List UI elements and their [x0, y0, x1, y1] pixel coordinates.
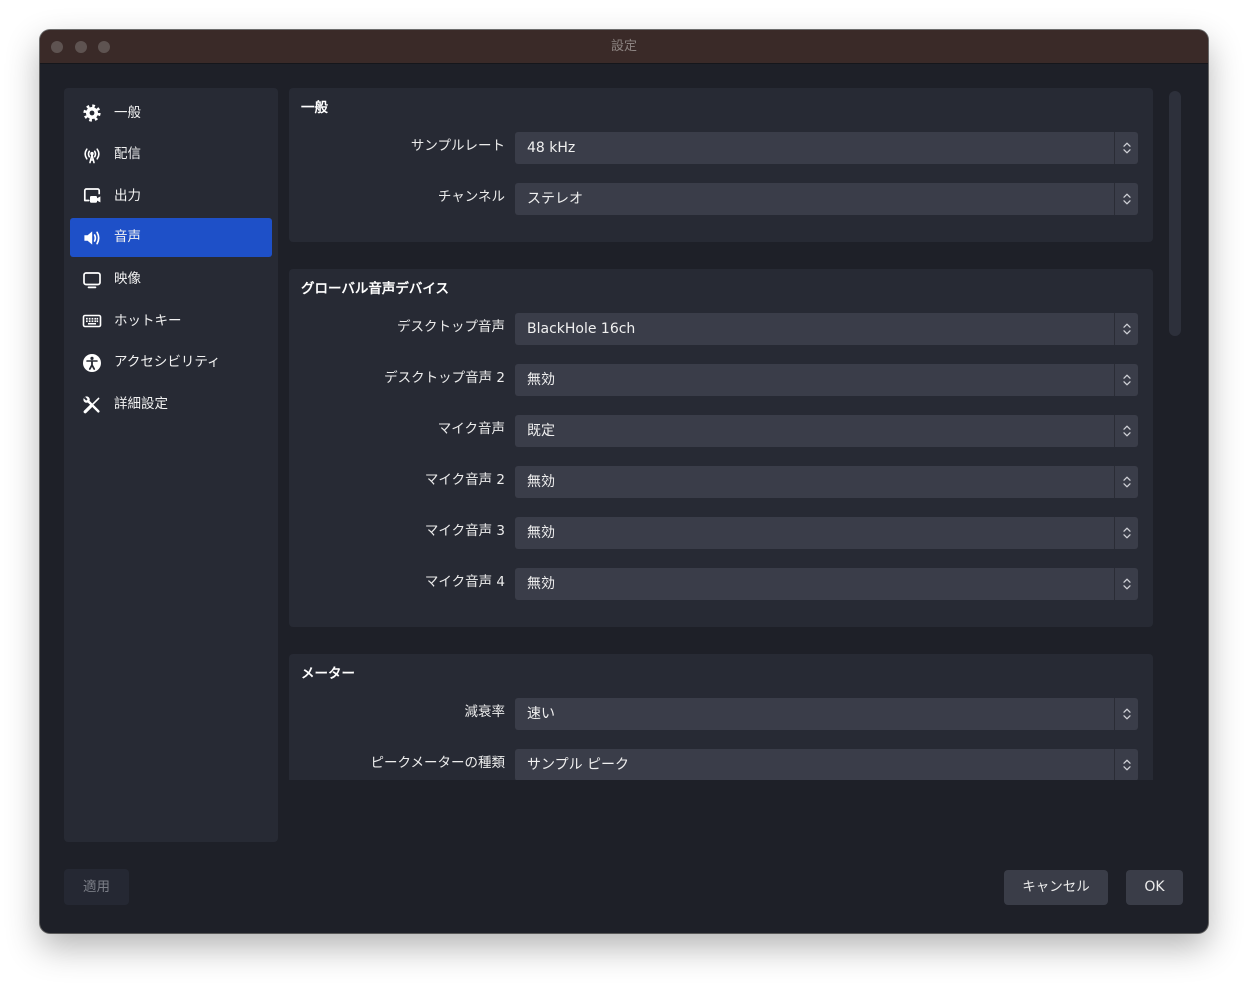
monitor-icon: [82, 270, 102, 290]
channels-select[interactable]: ステレオ: [515, 183, 1138, 215]
sidebar-item-label: 一般: [114, 104, 141, 121]
cancel-button[interactable]: キャンセル: [1004, 870, 1108, 905]
mic-audio-2-label: マイク音声 2: [424, 472, 505, 488]
decay-rate-select[interactable]: 速い: [515, 698, 1138, 730]
section-title: メーター: [301, 666, 355, 682]
apply-button[interactable]: 適用: [64, 869, 129, 905]
decay-rate-value: 速い: [527, 706, 555, 722]
channels-value: ステレオ: [527, 191, 583, 207]
sidebar-item-label: 詳細設定: [114, 396, 168, 413]
desktop-audio-select[interactable]: BlackHole 16ch: [515, 313, 1138, 345]
desktop-audio-2-label: デスクトップ音声 2: [384, 370, 505, 386]
mic-audio-4-label: マイク音声 4: [424, 574, 505, 590]
sidebar-item-stream[interactable]: 配信: [70, 135, 272, 174]
sidebar-item-advanced[interactable]: 詳細設定: [70, 385, 272, 424]
channels-label: チャンネル: [437, 189, 505, 205]
setting-row-mic-audio-4: マイク音声 4 無効: [289, 568, 1153, 600]
content-scrollbar-thumb[interactable]: [1169, 91, 1181, 336]
mic-audio-2-select[interactable]: 無効: [515, 466, 1138, 498]
updown-chevron-icon[interactable]: [1114, 415, 1138, 447]
mic-audio-3-label: マイク音声 3: [424, 523, 505, 539]
mic-audio-2-value: 無効: [527, 474, 555, 490]
updown-chevron-icon[interactable]: [1114, 517, 1138, 549]
section-title: 一般: [301, 100, 328, 116]
desktop-audio-2-value: 無効: [527, 372, 555, 388]
mic-audio-3-value: 無効: [527, 525, 555, 541]
keyboard-icon: [82, 311, 102, 331]
output-icon: [82, 186, 102, 206]
updown-chevron-icon[interactable]: [1114, 698, 1138, 730]
updown-chevron-icon[interactable]: [1114, 364, 1138, 396]
sidebar-item-label: 映像: [114, 271, 141, 288]
sidebar-item-hotkeys[interactable]: ホットキー: [70, 302, 272, 341]
gear-icon: [82, 103, 102, 123]
accessibility-icon: [82, 353, 102, 373]
sidebar-item-accessibility[interactable]: アクセシビリティ: [70, 343, 272, 382]
ok-button[interactable]: OK: [1126, 870, 1183, 905]
sample-rate-value: 48 kHz: [527, 140, 576, 156]
section-general: 一般 サンプルレート 48 kHz チャンネル ステレオ: [289, 88, 1153, 242]
updown-chevron-icon[interactable]: [1114, 749, 1138, 780]
setting-row-peak-meter-type: ピークメーターの種類 サンプル ピーク: [289, 749, 1153, 780]
mic-audio-value: 既定: [527, 423, 555, 439]
desktop-audio-value: BlackHole 16ch: [527, 321, 636, 337]
setting-row-sample-rate: サンプルレート 48 kHz: [289, 132, 1153, 164]
mic-audio-3-select[interactable]: 無効: [515, 517, 1138, 549]
mic-audio-4-select[interactable]: 無効: [515, 568, 1138, 600]
setting-row-mic-audio-3: マイク音声 3 無効: [289, 517, 1153, 549]
setting-row-mic-audio-2: マイク音声 2 無効: [289, 466, 1153, 498]
desktop-audio-2-select[interactable]: 無効: [515, 364, 1138, 396]
setting-row-channels: チャンネル ステレオ: [289, 183, 1153, 215]
sidebar-item-general[interactable]: 一般: [70, 94, 272, 133]
setting-row-desktop-audio: デスクトップ音声 BlackHole 16ch: [289, 313, 1153, 345]
sidebar-item-label: 音声: [114, 229, 141, 246]
peak-meter-type-value: サンプル ピーク: [527, 757, 630, 773]
updown-chevron-icon[interactable]: [1114, 568, 1138, 600]
sidebar-item-label: ホットキー: [114, 312, 182, 329]
antenna-icon: [82, 145, 102, 165]
setting-row-decay-rate: 減衰率 速い: [289, 698, 1153, 730]
updown-chevron-icon[interactable]: [1114, 132, 1138, 164]
mic-audio-4-value: 無効: [527, 576, 555, 592]
updown-chevron-icon[interactable]: [1114, 313, 1138, 345]
sample-rate-select[interactable]: 48 kHz: [515, 132, 1138, 164]
peak-meter-type-select[interactable]: サンプル ピーク: [515, 749, 1138, 780]
sidebar-item-output[interactable]: 出力: [70, 177, 272, 216]
title-bar[interactable]: 設定: [40, 30, 1208, 64]
settings-window: 設定 一般 配信 出力 音声 映像 ホットキー アクセシビリティ 詳細設定 一般…: [40, 30, 1208, 933]
settings-content-scroll-area[interactable]: 一般 サンプルレート 48 kHz チャンネル ステレオ グローバル音声デバイス…: [289, 88, 1153, 780]
tools-icon: [82, 395, 102, 415]
mic-audio-select[interactable]: 既定: [515, 415, 1138, 447]
section-title: グローバル音声デバイス: [301, 281, 449, 297]
sidebar-item-video[interactable]: 映像: [70, 260, 272, 299]
sample-rate-label: サンプルレート: [410, 138, 505, 154]
window-title: 設定: [610, 39, 637, 54]
sidebar-item-label: 出力: [114, 187, 141, 204]
settings-sidebar: 一般 配信 出力 音声 映像 ホットキー アクセシビリティ 詳細設定: [64, 88, 278, 842]
decay-rate-label: 減衰率: [464, 704, 506, 720]
peak-meter-type-label: ピークメーターの種類: [370, 755, 505, 771]
updown-chevron-icon[interactable]: [1114, 466, 1138, 498]
section-meters: メーター 減衰率 速い ピークメーターの種類 サンプル ピーク: [289, 654, 1153, 780]
sidebar-item-audio[interactable]: 音声: [70, 218, 272, 258]
section-global-audio-devices: グローバル音声デバイス デスクトップ音声 BlackHole 16ch デスクト…: [289, 269, 1153, 627]
speaker-icon: [82, 228, 102, 248]
setting-row-desktop-audio-2: デスクトップ音声 2 無効: [289, 364, 1153, 396]
sidebar-item-label: アクセシビリティ: [114, 354, 221, 371]
desktop-audio-label: デスクトップ音声: [397, 319, 505, 335]
sidebar-item-label: 配信: [114, 146, 141, 163]
mic-audio-label: マイク音声: [437, 421, 505, 437]
setting-row-mic-audio: マイク音声 既定: [289, 415, 1153, 447]
updown-chevron-icon[interactable]: [1114, 183, 1138, 215]
